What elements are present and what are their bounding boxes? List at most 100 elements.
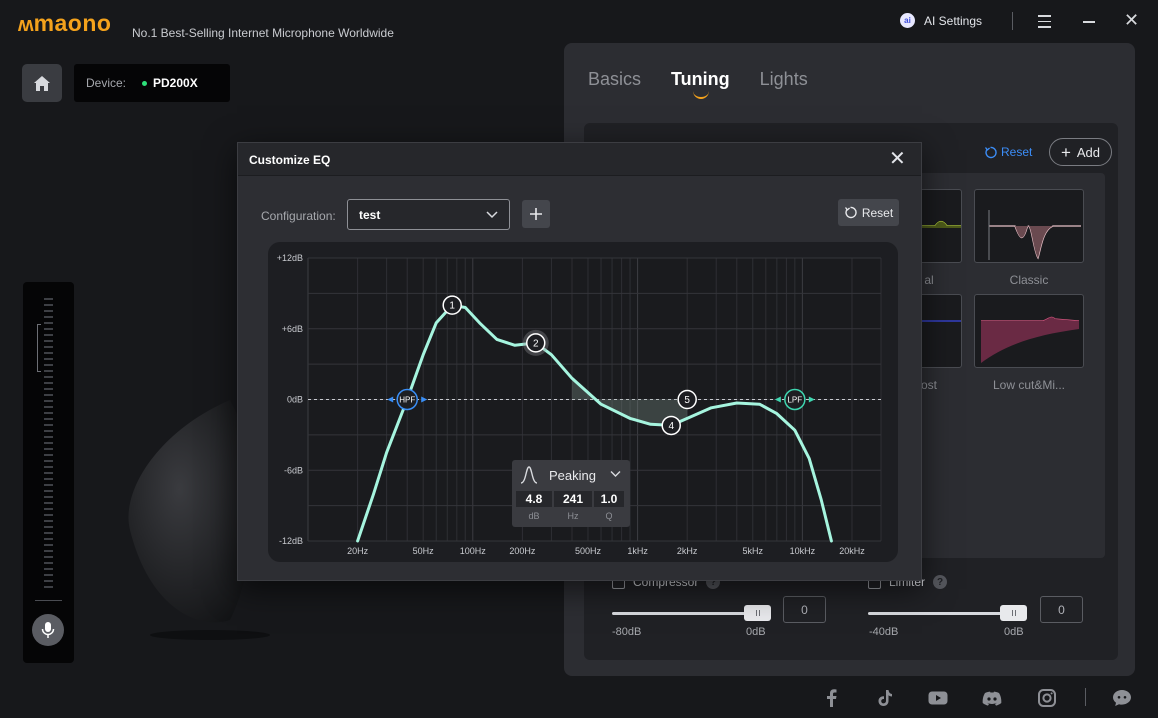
- plus-icon: [530, 208, 542, 220]
- band-label-5: 5: [684, 395, 690, 406]
- x-tick-label: 20Hz: [347, 546, 369, 556]
- plus-icon: +: [1060, 142, 1071, 162]
- device-selector[interactable]: Device: PD200X: [74, 64, 230, 102]
- preset-add-button[interactable]: + Add: [1049, 138, 1112, 166]
- preset-add-label: Add: [1076, 144, 1101, 160]
- menu-icon[interactable]: [1038, 15, 1051, 32]
- q-unit: Q: [605, 511, 613, 521]
- customize-eq-dialog: Customize EQ ✕ Configuration: test Reset…: [237, 142, 922, 581]
- band-edit-popup: Peaking 4.8 241 1.0 dB Hz Q: [512, 460, 630, 527]
- compressor-min-label: -80dB: [612, 626, 642, 638]
- compressor-max-label: 0dB: [746, 626, 766, 638]
- preset-reset-label: Reset: [1001, 145, 1033, 159]
- x-tick-label: 10kHz: [790, 546, 816, 556]
- x-tick-label: 100Hz: [460, 546, 487, 556]
- compressor-slider[interactable]: [612, 612, 758, 615]
- limiter-slider-thumb[interactable]: [1000, 605, 1027, 621]
- dialog-header: Customize EQ ✕: [238, 143, 921, 176]
- compressor-slider-thumb[interactable]: [744, 605, 771, 621]
- filter-type-select[interactable]: Peaking: [549, 468, 596, 483]
- ai-settings-button[interactable]: ai AI Settings: [900, 13, 982, 28]
- microphone-icon: [41, 622, 55, 638]
- limiter-min-label: -40dB: [869, 626, 899, 638]
- band-label-1: 1: [449, 301, 455, 312]
- x-tick-label: 5kHz: [743, 546, 764, 556]
- instagram-icon[interactable]: [1036, 687, 1058, 709]
- tab-tuning[interactable]: Tuning: [671, 69, 730, 99]
- y-tick-label: 0dB: [287, 395, 303, 405]
- meter-divider: [35, 600, 62, 601]
- limiter-max-label: 0dB: [1004, 626, 1024, 638]
- logo-text: maono: [33, 10, 112, 36]
- home-icon: [34, 75, 50, 91]
- x-tick-label: 200Hz: [509, 546, 536, 556]
- reset-icon: [984, 146, 997, 158]
- tab-tuning-label: Tuning: [671, 69, 730, 89]
- compressor-value-input[interactable]: 0: [783, 596, 826, 623]
- lpf-label: LPF: [787, 396, 802, 405]
- preset-thumbnail: [981, 316, 1080, 363]
- configuration-value: test: [359, 208, 381, 222]
- limiter-value-input[interactable]: 0: [1040, 596, 1083, 623]
- dialog-title: Customize EQ: [249, 153, 331, 167]
- maono-logo: ʍ maono: [18, 10, 111, 37]
- device-name: PD200X: [153, 76, 198, 90]
- q-input[interactable]: 1.0: [594, 491, 624, 507]
- logo-mark: ʍ: [18, 14, 34, 36]
- peaking-filter-icon: [520, 466, 538, 484]
- x-tick-label: 50Hz: [413, 546, 435, 556]
- x-tick-label: 20kHz: [839, 546, 865, 556]
- minimize-icon[interactable]: [1083, 21, 1095, 23]
- volume-meter: [23, 282, 74, 663]
- band-label-2: 2: [533, 338, 539, 349]
- close-icon[interactable]: ✕: [889, 148, 906, 170]
- close-window-icon[interactable]: ✕: [1124, 10, 1139, 30]
- title-divider: [1012, 12, 1013, 30]
- facebook-icon[interactable]: [820, 687, 842, 709]
- configuration-label: Configuration:: [261, 209, 336, 223]
- band-label-4: 4: [668, 421, 674, 432]
- gain-unit: dB: [528, 511, 540, 521]
- chat-icon[interactable]: [1111, 687, 1133, 709]
- preset-reset-button[interactable]: Reset: [984, 145, 1032, 159]
- configuration-select[interactable]: test: [347, 199, 510, 230]
- y-tick-label: +6dB: [282, 324, 303, 334]
- preset-label-classic: Classic: [1009, 273, 1049, 287]
- preset-label-low-cut: Low cut&Mi...: [992, 378, 1066, 392]
- social-divider: [1085, 688, 1086, 706]
- title-bar: ʍ maono No.1 Best-Selling Internet Micro…: [0, 0, 1158, 44]
- meter-ticks: [44, 298, 53, 588]
- frequency-unit: Hz: [567, 511, 579, 521]
- y-tick-label: -6dB: [284, 465, 303, 475]
- meter-range-marker[interactable]: [37, 324, 41, 372]
- y-tick-label: -12dB: [279, 536, 303, 546]
- gain-input[interactable]: 4.8: [516, 491, 552, 507]
- eq-reset-button[interactable]: Reset: [838, 199, 899, 226]
- youtube-icon[interactable]: [927, 687, 949, 709]
- tiktok-icon[interactable]: [874, 687, 896, 709]
- y-tick-label: +12dB: [277, 253, 303, 263]
- preset-card-low-cut[interactable]: [974, 294, 1084, 368]
- device-label: Device:: [86, 76, 127, 90]
- home-button[interactable]: [22, 64, 62, 102]
- ai-icon: ai: [900, 13, 915, 28]
- ai-settings-label: AI Settings: [924, 13, 983, 28]
- tab-lights[interactable]: Lights: [760, 69, 808, 90]
- device-status-dot: [142, 80, 148, 86]
- frequency-input[interactable]: 241: [554, 491, 592, 507]
- preset-card-classic[interactable]: [974, 189, 1084, 263]
- limiter-slider[interactable]: [868, 612, 1014, 615]
- mic-mute-button[interactable]: [32, 614, 64, 646]
- x-tick-label: 500Hz: [575, 546, 602, 556]
- discord-icon[interactable]: [981, 687, 1003, 709]
- active-tab-indicator: [693, 91, 710, 99]
- tab-bar: Basics Tuning Lights: [588, 69, 808, 99]
- reset-icon: [844, 206, 857, 219]
- eq-reset-label: Reset: [861, 205, 894, 220]
- add-configuration-button[interactable]: [522, 200, 550, 228]
- eq-graph[interactable]: +12dB +6dB 0dB -6dB -12dB 20Hz 50Hz 100Hz 200Hz 5…: [268, 242, 898, 562]
- tab-basics[interactable]: Basics: [588, 69, 641, 90]
- x-tick-label: 1kHz: [627, 546, 648, 556]
- help-icon[interactable]: ?: [933, 575, 948, 589]
- chevron-down-icon[interactable]: [610, 469, 621, 478]
